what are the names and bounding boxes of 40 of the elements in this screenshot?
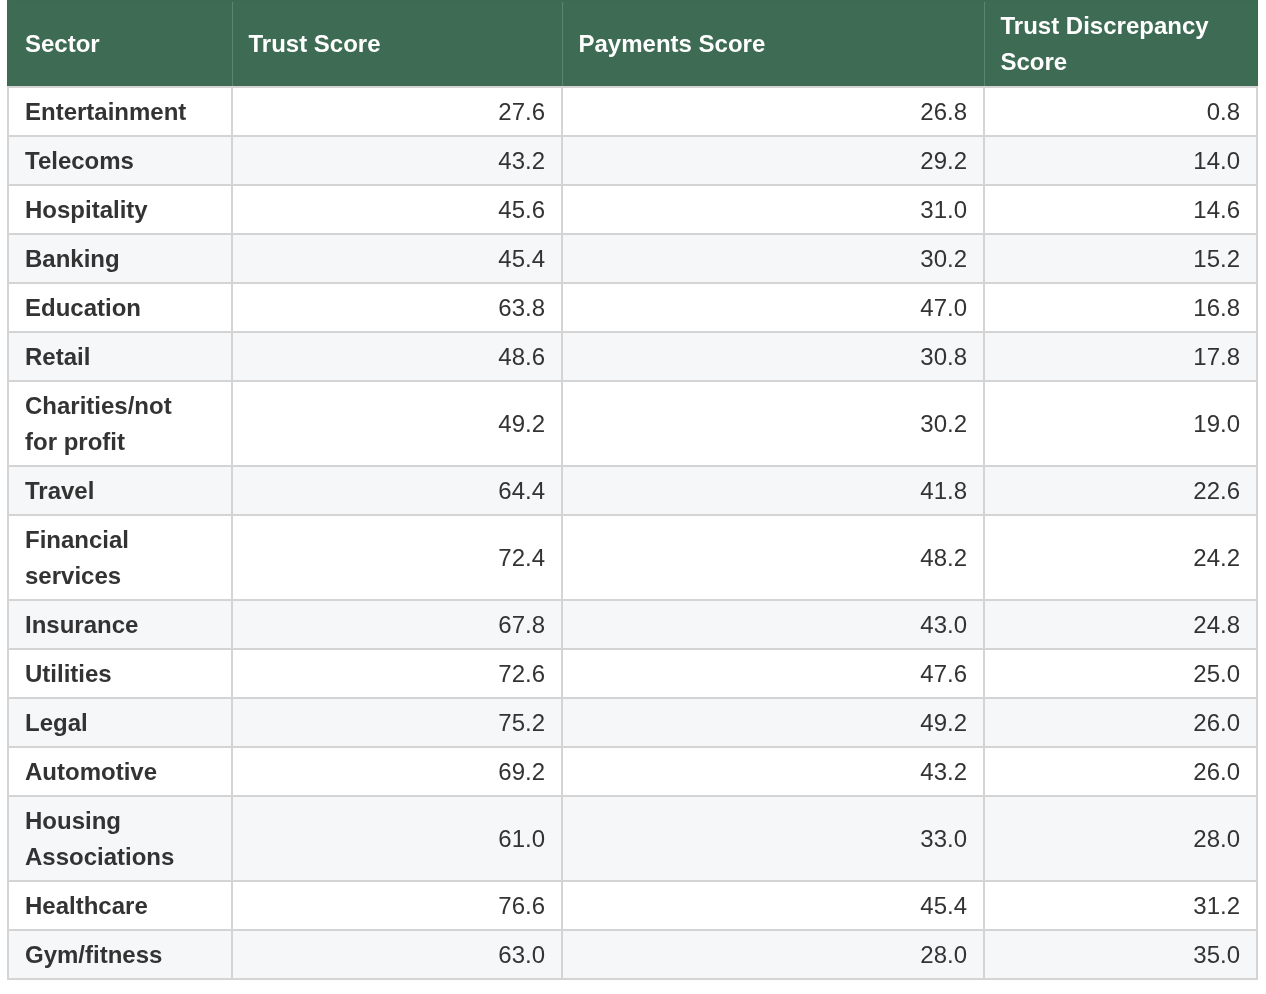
- score-cell: 0.8: [984, 87, 1257, 136]
- sector-cell: Legal: [8, 698, 232, 747]
- column-header: Trust Score: [232, 1, 562, 87]
- column-header: Sector: [8, 1, 232, 87]
- score-cell: 67.8: [232, 600, 562, 649]
- score-cell: 27.6: [232, 87, 562, 136]
- score-cell: 43.2: [232, 136, 562, 185]
- score-cell: 17.8: [984, 332, 1257, 381]
- sector-cell: Entertainment: [8, 87, 232, 136]
- score-cell: 61.0: [232, 796, 562, 881]
- score-cell: 45.4: [232, 234, 562, 283]
- sector-cell: Insurance: [8, 600, 232, 649]
- score-cell: 14.0: [984, 136, 1257, 185]
- score-cell: 75.2: [232, 698, 562, 747]
- score-cell: 48.6: [232, 332, 562, 381]
- score-cell: 26.0: [984, 698, 1257, 747]
- score-cell: 15.2: [984, 234, 1257, 283]
- score-cell: 29.2: [562, 136, 984, 185]
- column-header: Payments Score: [562, 1, 984, 87]
- score-cell: 28.0: [562, 930, 984, 979]
- score-cell: 63.0: [232, 930, 562, 979]
- score-cell: 30.8: [562, 332, 984, 381]
- sector-cell: Banking: [8, 234, 232, 283]
- score-cell: 49.2: [562, 698, 984, 747]
- score-cell: 26.8: [562, 87, 984, 136]
- score-cell: 43.0: [562, 600, 984, 649]
- score-cell: 35.0: [984, 930, 1257, 979]
- score-cell: 33.0: [562, 796, 984, 881]
- score-cell: 30.2: [562, 234, 984, 283]
- sector-cell: Telecoms: [8, 136, 232, 185]
- sector-cell: Gym/fitness: [8, 930, 232, 979]
- score-cell: 41.8: [562, 466, 984, 515]
- sector-cell: Travel: [8, 466, 232, 515]
- score-cell: 24.8: [984, 600, 1257, 649]
- score-cell: 22.6: [984, 466, 1257, 515]
- sector-cell: Housing Associations: [8, 796, 232, 881]
- score-cell: 28.0: [984, 796, 1257, 881]
- column-header: Trust Discrepancy Score: [984, 1, 1257, 87]
- sector-cell: Retail: [8, 332, 232, 381]
- score-cell: 64.4: [232, 466, 562, 515]
